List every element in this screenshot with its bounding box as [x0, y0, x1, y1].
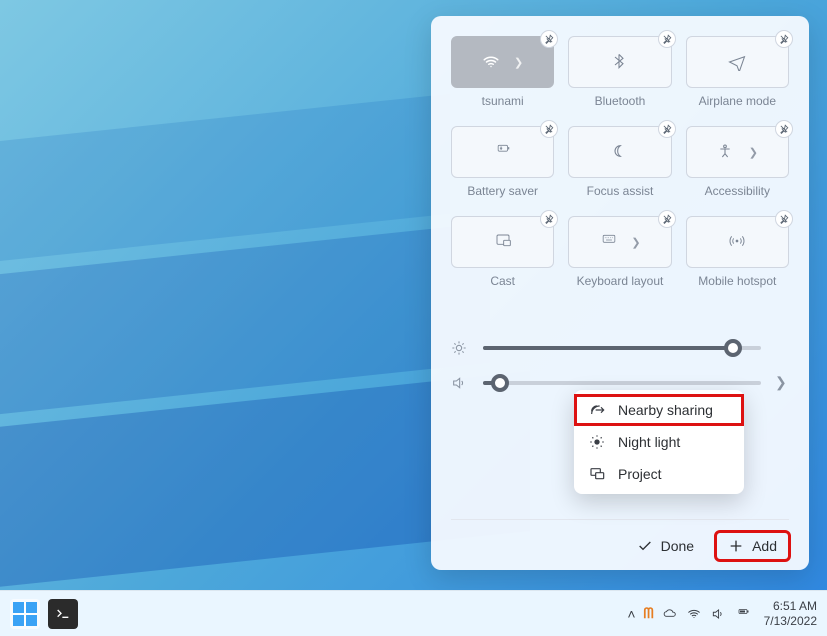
tile-bluetooth: Bluetooth	[568, 36, 671, 122]
taskbar: ˄ ᗰ 6:51 AM 7/13/2022	[0, 590, 827, 636]
menu-item-night-light[interactable]: Night light	[574, 426, 744, 458]
tile-hotspot: Mobile hotspot	[686, 216, 789, 302]
tile-accessibility: ❯ Accessibility	[686, 126, 789, 212]
volume-slider[interactable]: ❯	[451, 374, 789, 391]
battery-tray-icon[interactable]	[734, 608, 754, 620]
unpin-icon[interactable]	[540, 120, 558, 138]
unpin-icon[interactable]	[658, 30, 676, 48]
taskbar-clock[interactable]: 6:51 AM 7/13/2022	[764, 599, 817, 628]
tile-label: Keyboard layout	[577, 274, 664, 288]
menu-item-project[interactable]: Project	[574, 458, 744, 490]
tile-label: Airplane mode	[699, 94, 776, 108]
unpin-icon[interactable]	[658, 210, 676, 228]
clock-date: 7/13/2022	[764, 614, 817, 628]
chevron-right-icon[interactable]: ❯	[749, 146, 758, 159]
slider-thumb[interactable]	[491, 374, 509, 392]
accessibility-icon	[717, 143, 735, 161]
chevron-right-icon[interactable]: ❯	[775, 374, 789, 391]
tile-button[interactable]	[451, 216, 554, 268]
add-button[interactable]: Add	[716, 532, 789, 560]
clock-time: 6:51 AM	[764, 599, 817, 613]
hotspot-icon	[728, 233, 746, 251]
brightness-slider[interactable]	[451, 340, 789, 356]
airplane-icon	[728, 53, 746, 71]
add-menu-popup: Nearby sharing Night light Project	[574, 390, 744, 494]
unpin-icon[interactable]	[775, 30, 793, 48]
slider-thumb[interactable]	[724, 339, 742, 357]
tile-keyboard: ❯ Keyboard layout	[568, 216, 671, 302]
bluetooth-icon	[611, 53, 629, 71]
nearby-sharing-icon	[588, 402, 606, 418]
done-label: Done	[661, 538, 694, 554]
plus-icon	[728, 538, 744, 554]
tile-label: Accessibility	[705, 184, 770, 198]
tile-battery-saver: Battery saver	[451, 126, 554, 212]
tray-app-icon[interactable]: ᗰ	[644, 605, 654, 622]
tile-label: tsunami	[482, 94, 524, 108]
keyboard-icon	[599, 233, 617, 251]
add-label: Add	[752, 538, 777, 554]
unpin-icon[interactable]	[658, 120, 676, 138]
tile-button[interactable]: ❯	[568, 216, 671, 268]
tile-label: Battery saver	[467, 184, 538, 198]
taskbar-right: ˄ ᗰ 6:51 AM 7/13/2022	[627, 599, 817, 628]
slider-track[interactable]	[483, 346, 761, 350]
tile-label: Cast	[490, 274, 515, 288]
wifi-icon	[482, 53, 500, 71]
chevron-up-icon[interactable]: ˄	[627, 606, 635, 622]
menu-item-nearby-sharing[interactable]: Nearby sharing	[574, 394, 744, 426]
tile-label: Focus assist	[587, 184, 654, 198]
tile-airplane: Airplane mode	[686, 36, 789, 122]
chevron-right-icon[interactable]: ❯	[514, 56, 523, 69]
tile-button[interactable]	[568, 36, 671, 88]
project-icon	[588, 466, 606, 482]
tile-cast: Cast	[451, 216, 554, 302]
tile-button[interactable]: ❯	[451, 36, 554, 88]
tile-label: Bluetooth	[595, 94, 646, 108]
tile-label: Mobile hotspot	[698, 274, 776, 288]
system-tray[interactable]: ˄ ᗰ	[627, 605, 753, 622]
tile-button[interactable]	[568, 126, 671, 178]
battery-saver-icon	[494, 143, 512, 161]
wifi-tray-icon[interactable]	[686, 607, 702, 621]
terminal-button[interactable]	[48, 599, 78, 629]
menu-item-label: Nearby sharing	[618, 402, 713, 418]
taskbar-left	[10, 599, 78, 629]
panel-bottom-bar: Done Add	[451, 519, 789, 560]
menu-item-label: Project	[618, 466, 662, 482]
chevron-right-icon[interactable]: ❯	[631, 236, 640, 249]
night-light-icon	[588, 434, 606, 450]
tile-button[interactable]	[686, 216, 789, 268]
terminal-icon	[55, 606, 71, 622]
unpin-icon[interactable]	[775, 120, 793, 138]
done-button[interactable]: Done	[625, 532, 706, 560]
cast-icon	[494, 233, 512, 251]
unpin-icon[interactable]	[540, 30, 558, 48]
start-button[interactable]	[10, 599, 40, 629]
slider-track[interactable]	[483, 381, 761, 385]
windows-logo-icon	[13, 602, 37, 626]
onedrive-icon[interactable]	[662, 607, 678, 621]
volume-tray-icon[interactable]	[710, 607, 726, 621]
tile-button[interactable]: ❯	[686, 126, 789, 178]
quick-settings-panel: ❯ tsunami Bluetooth Airplane mode	[431, 16, 809, 570]
focus-assist-icon	[611, 143, 629, 161]
menu-item-label: Night light	[618, 434, 680, 450]
check-icon	[637, 538, 653, 554]
quick-settings-grid: ❯ tsunami Bluetooth Airplane mode	[451, 36, 789, 302]
tile-wifi: ❯ tsunami	[451, 36, 554, 122]
tile-button[interactable]	[451, 126, 554, 178]
slider-fill	[483, 346, 733, 350]
unpin-icon[interactable]	[775, 210, 793, 228]
tile-focus-assist: Focus assist	[568, 126, 671, 212]
tile-button[interactable]	[686, 36, 789, 88]
brightness-icon	[451, 340, 469, 356]
unpin-icon[interactable]	[540, 210, 558, 228]
volume-icon	[451, 375, 469, 391]
